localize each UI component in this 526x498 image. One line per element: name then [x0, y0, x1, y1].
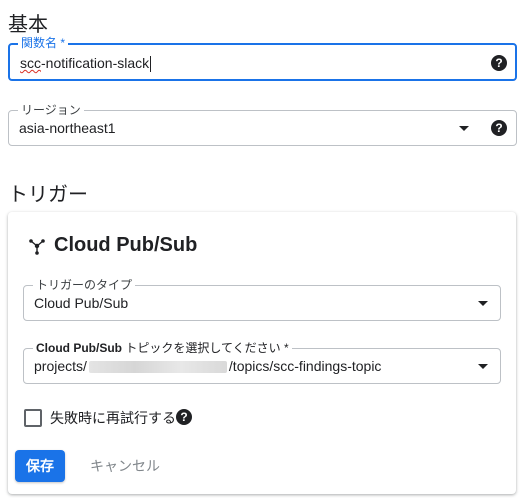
text-caret [150, 56, 152, 73]
region-select[interactable]: リージョン asia-northeast1 ? [8, 102, 517, 146]
redacted-project-id [88, 361, 227, 374]
topic-label-bold: Cloud Pub/Sub [36, 341, 122, 355]
chevron-down-icon[interactable] [478, 364, 488, 369]
function-name-input[interactable]: scc-notification-slack [20, 55, 152, 73]
topic-select[interactable]: Cloud Pub/Sub トピックを選択してください * projects/ /… [23, 340, 501, 384]
retry-label[interactable]: 失敗時に再試行する [50, 408, 176, 428]
region-label: リージョン [18, 102, 84, 118]
help-circle-icon[interactable]: ? [491, 120, 507, 136]
help-circle-icon[interactable]: ? [176, 409, 192, 425]
pubsub-icon [29, 238, 45, 255]
chevron-down-icon[interactable] [478, 301, 488, 306]
topic-label: Cloud Pub/Sub トピックを選択してください * [33, 340, 292, 356]
topic-value-prefix: projects/ [34, 358, 87, 374]
card-title-text: Cloud Pub/Sub [54, 234, 198, 256]
save-button[interactable]: 保存 [15, 450, 65, 482]
trigger-heading: トリガー [8, 184, 88, 206]
topic-value-suffix: /topics/scc-findings-topic [228, 358, 382, 374]
function-name-label: 関数名 * [18, 35, 69, 51]
region-value: asia-northeast1 [19, 120, 116, 136]
topic-label-rest: トピックを選択してください * [122, 341, 289, 355]
chevron-down-icon[interactable] [459, 126, 469, 131]
function-name-field[interactable]: 関数名 * scc-notification-slack ? [8, 35, 517, 81]
cancel-button[interactable]: キャンセル [84, 450, 166, 482]
trigger-type-select[interactable]: トリガーのタイプ Cloud Pub/Sub [23, 277, 501, 321]
trigger-type-value: Cloud Pub/Sub [34, 295, 129, 311]
help-circle-icon[interactable]: ? [491, 55, 507, 71]
topic-value: projects/ /topics/scc-findings-topic [34, 358, 381, 374]
card-title: Cloud Pub/Sub [28, 234, 197, 257]
function-name-value-prefix: scc [20, 55, 41, 71]
function-name-value-rest: -notification-slack [41, 55, 150, 71]
trigger-card: Cloud Pub/Sub トリガーのタイプ Cloud Pub/Sub Clo… [8, 212, 516, 494]
retry-checkbox[interactable] [24, 409, 42, 427]
trigger-type-label: トリガーのタイプ [33, 277, 136, 293]
basic-heading: 基本 [8, 14, 48, 36]
